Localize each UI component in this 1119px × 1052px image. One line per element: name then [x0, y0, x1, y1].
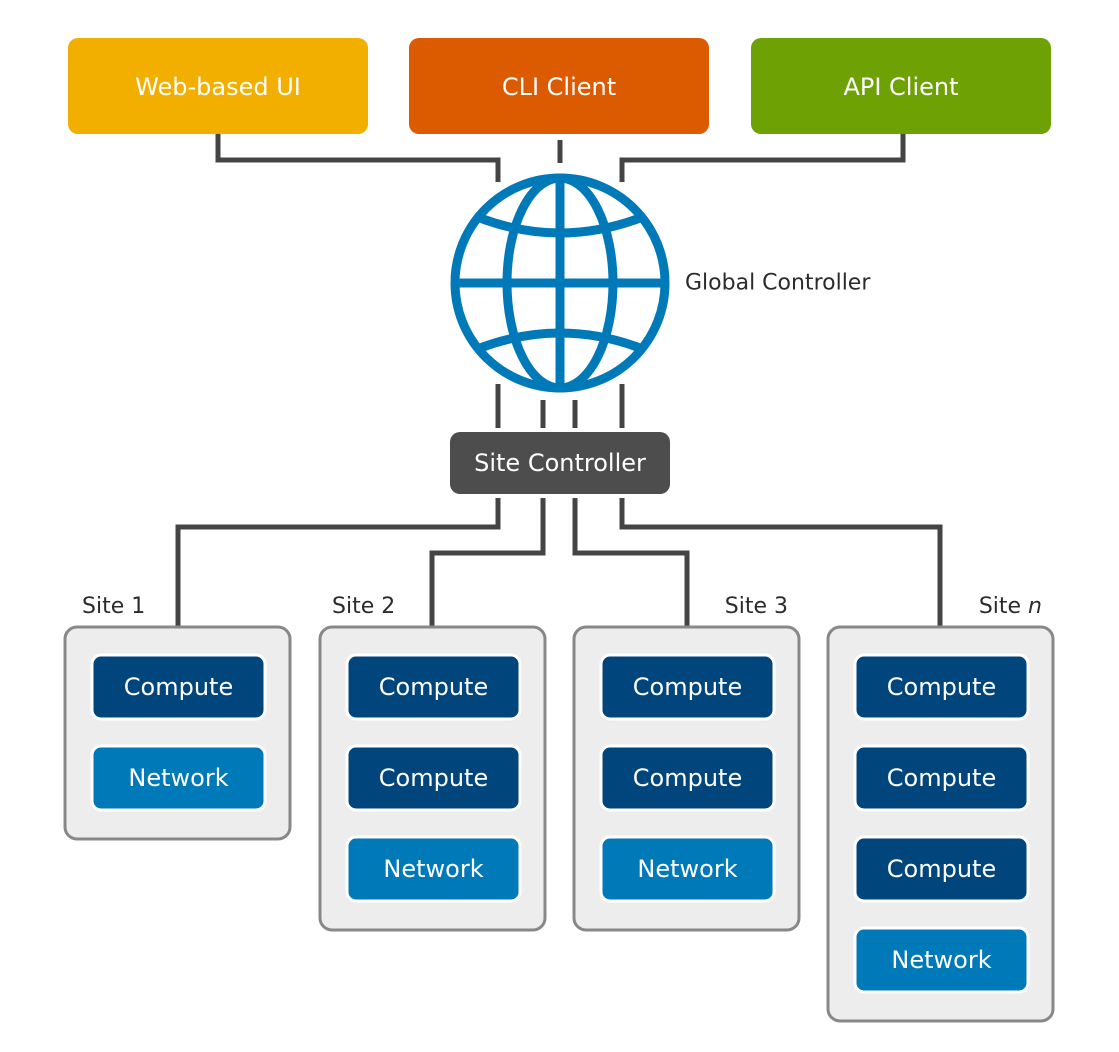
node-label: Compute	[887, 855, 996, 883]
architecture-diagram: Web-based UI CLI Client API Client Globa…	[63, 38, 1055, 1023]
client-cli: CLI Client	[409, 38, 709, 134]
network-node: Network	[90, 744, 267, 812]
node-label: Compute	[633, 673, 742, 701]
client-web-ui: Web-based UI	[68, 38, 368, 134]
site-3: Site 3 Compute Compute Network	[572, 594, 801, 932]
node-label: Network	[891, 946, 991, 974]
compute-node: Compute	[599, 653, 776, 721]
compute-node: Compute	[345, 744, 522, 812]
site-1: Site 1 Compute Network	[63, 594, 292, 841]
node-label: Network	[128, 764, 228, 792]
client-label: API Client	[843, 73, 958, 101]
site-label-text: Site 3	[725, 594, 788, 619]
site-controller-label: Site Controller	[474, 449, 646, 477]
site-label-text: Site 2	[332, 594, 395, 619]
connector-web-ui	[215, 133, 501, 182]
globe-icon	[450, 173, 670, 393]
site-4: Site n Compute Compute Compute Network	[826, 594, 1055, 1023]
site-2: Site 2 Compute Compute Network	[318, 594, 547, 932]
network-node: Network	[599, 835, 776, 903]
site-label-text: Site	[979, 594, 1028, 619]
site-connectors	[175, 498, 943, 627]
node-label: Compute	[887, 673, 996, 701]
compute-node: Compute	[90, 653, 267, 721]
node-label: Network	[637, 855, 737, 883]
node-label: Compute	[633, 764, 742, 792]
node-label: Network	[383, 855, 483, 883]
network-node: Network	[345, 835, 522, 903]
site-label-suffix: n	[1028, 594, 1042, 619]
site-label: Site n	[979, 594, 1042, 619]
client-api: API Client	[751, 38, 1051, 134]
compute-node: Compute	[345, 653, 522, 721]
sites: Site 1 Compute Network Site 2 Compute Compute…	[63, 594, 1055, 1023]
client-label: Web-based UI	[135, 73, 301, 101]
compute-node: Compute	[599, 744, 776, 812]
compute-node: Compute	[853, 835, 1030, 903]
site-label-text: Site 1	[82, 594, 145, 619]
site-label: Site 3	[725, 594, 788, 619]
node-label: Compute	[379, 764, 488, 792]
client-label: CLI Client	[502, 73, 616, 101]
site-label: Site 1	[82, 594, 145, 619]
compute-node: Compute	[853, 653, 1030, 721]
site-controller: Site Controller	[450, 432, 670, 494]
site-label: Site 2	[332, 594, 395, 619]
node-label: Compute	[379, 673, 488, 701]
node-label: Compute	[124, 673, 233, 701]
connector-api	[619, 133, 906, 182]
compute-node: Compute	[853, 744, 1030, 812]
node-label: Compute	[887, 764, 996, 792]
network-node: Network	[853, 926, 1030, 994]
global-controller-label: Global Controller	[685, 271, 871, 296]
